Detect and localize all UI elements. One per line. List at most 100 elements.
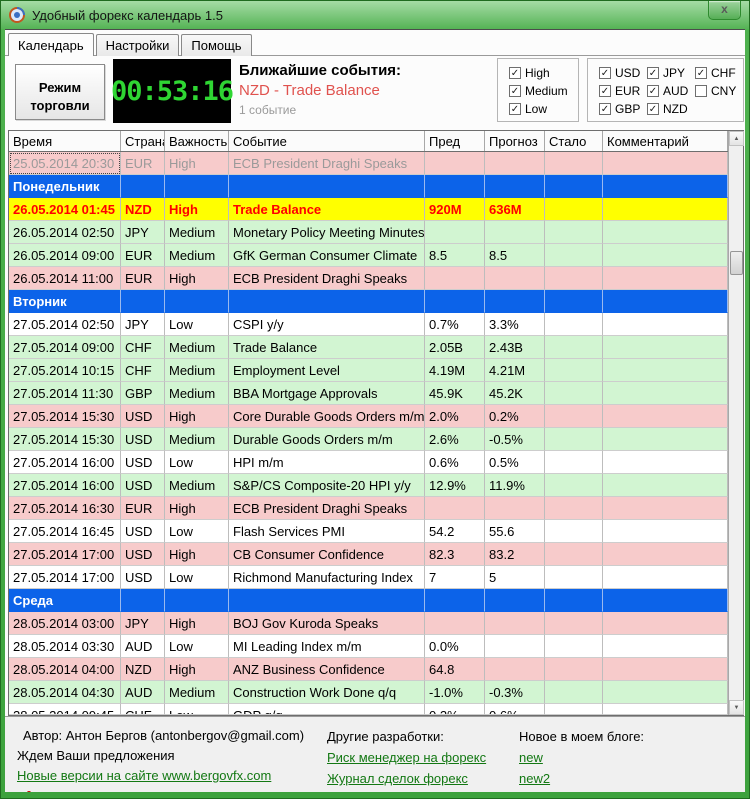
column-header-comment[interactable]: Комментарий [603,131,728,151]
event-row[interactable]: 27.05.2014 17:00 USD Low Richmond Manufactu… [9,566,728,589]
currency-checkbox-nzd[interactable]: ✓ NZD [647,100,695,118]
event-row[interactable]: 27.05.2014 02:50 JPY Low CSPI y/y 0.7% 3.3% [9,313,728,336]
cell-country: EUR [121,244,165,267]
event-row[interactable]: 27.05.2014 11:30 GBP Medium BBA Mortgage Ap… [9,382,728,405]
importance-checkbox-high[interactable]: ✓ High [509,64,578,82]
currency-checkbox-cny[interactable]: CNY [695,82,743,100]
cell-previous: 54.2 [425,520,485,543]
currency-checkbox-usd[interactable]: ✓ USD [599,64,647,82]
other-project-link-2[interactable]: Журнал сделок форекс [327,768,468,789]
event-row[interactable]: 26.05.2014 09:00 EUR Medium GfK German Cons… [9,244,728,267]
importance-checkbox-low[interactable]: ✓ Low [509,100,578,118]
blog-link-3[interactable]: new3 [519,789,550,792]
cell-event: BOJ Gov Kuroda Speaks [229,612,425,635]
checkbox-icon[interactable]: ✓ [647,67,659,79]
scroll-down-icon[interactable]: ▼ [729,700,744,715]
column-header-importance[interactable]: Важность [165,131,229,151]
cell-time: Вторник [9,290,121,313]
checkbox-icon[interactable]: ✓ [647,103,659,115]
event-row[interactable]: 27.05.2014 16:30 EUR High ECB President Dra… [9,497,728,520]
event-row[interactable]: 28.05.2014 04:30 AUD Medium Construction Wo… [9,681,728,704]
event-row[interactable]: 27.05.2014 10:15 CHF Medium Employment Leve… [9,359,728,382]
event-row[interactable]: 27.05.2014 09:00 CHF Medium Trade Balance 2.… [9,336,728,359]
cell-time: 27.05.2014 16:00 [9,451,121,474]
day-header-row[interactable]: Среда [9,589,728,612]
event-row[interactable]: 28.05.2014 03:00 JPY High BOJ Gov Kuroda Sp… [9,612,728,635]
site-link[interactable]: Новые версии на сайте www.bergovfx.com [17,766,271,786]
next-event-row[interactable]: 26.05.2014 01:45 NZD High Trade Balance 920M… [9,198,728,221]
currency-checkbox-gbp[interactable]: ✓ GBP [599,100,647,118]
importance-filter-group: ✓ High ✓ Medium ✓ Low [497,58,579,122]
column-header-forecast[interactable]: Прогноз [485,131,545,151]
currency-checkbox-aud[interactable]: ✓ AUD [647,82,695,100]
cell-time: Понедельник [9,175,121,198]
checkbox-icon[interactable]: ✓ [509,85,521,97]
cell-actual [545,405,603,428]
tab-help[interactable]: Помощь [181,34,252,56]
blog-link-1[interactable]: new [519,747,543,768]
cell-country: CHF [121,359,165,382]
tab-settings[interactable]: Настройки [95,34,180,56]
checkbox-icon[interactable]: ✓ [599,85,611,97]
importance-checkbox-medium[interactable]: ✓ Medium [509,82,578,100]
currency-checkbox-jpy[interactable]: ✓ JPY [647,64,695,82]
checkbox-icon[interactable]: ✓ [509,103,521,115]
cell-event: GfK German Consumer Climate [229,244,425,267]
checkbox-icon[interactable] [695,85,707,97]
checkbox-icon[interactable]: ✓ [647,85,659,97]
checkbox-icon[interactable]: ✓ [509,67,521,79]
cell-forecast [485,635,545,658]
event-row[interactable]: 25.05.2014 20:30 EUR High ECB President Dra… [9,152,728,175]
event-row[interactable]: 27.05.2014 16:00 USD Low HPI m/m 0.6% 0.5% [9,451,728,474]
cell-forecast [485,221,545,244]
column-header-previous[interactable]: Пред [425,131,485,151]
scroll-up-icon[interactable]: ▲ [729,131,744,146]
column-header-time[interactable]: Время [9,131,121,151]
cell-previous [425,612,485,635]
column-header-event[interactable]: Событие [229,131,425,151]
event-row[interactable]: 27.05.2014 16:45 USD Low Flash Services PMI… [9,520,728,543]
tab-calendar[interactable]: Календарь [8,33,94,56]
scrollbar-thumb[interactable] [730,251,743,275]
cell-event [229,290,425,313]
blog-link-2[interactable]: new2 [519,768,550,789]
cell-previous: 12.9% [425,474,485,497]
checkbox-icon[interactable]: ✓ [599,67,611,79]
vertical-scrollbar[interactable]: ▲ ▼ [728,131,744,715]
cell-event: BBA Mortgage Approvals [229,382,425,405]
cell-country [121,589,165,612]
event-row[interactable]: 27.05.2014 15:30 USD Medium Durable Goods O… [9,428,728,451]
column-header-country[interactable]: Страна [121,131,165,151]
cell-comment [603,244,728,267]
cell-country: EUR [121,497,165,520]
event-row[interactable]: 26.05.2014 02:50 JPY Medium Monetary Policy… [9,221,728,244]
checkbox-icon[interactable]: ✓ [695,67,707,79]
cell-actual [545,520,603,543]
currency-checkbox-chf[interactable]: ✓ CHF [695,64,743,82]
cell-event [229,589,425,612]
event-row[interactable]: 28.05.2014 09:45CHFLowGDP q/q0.2%0.6% [9,704,728,715]
checkbox-icon[interactable]: ✓ [599,103,611,115]
event-row[interactable]: 27.05.2014 15:30 USD High Core Durable Good… [9,405,728,428]
currency-checkbox-eur[interactable]: ✓ EUR [599,82,647,100]
column-header-actual[interactable]: Стало [545,131,603,151]
cell-forecast: 0.2% [485,405,545,428]
other-project-link-3[interactable]: Тепловая карта на FxMap.ru [327,789,498,792]
cell-forecast: 4.21M [485,359,545,382]
cell-country: GBP [121,382,165,405]
event-row[interactable]: 27.05.2014 17:00 USD High CB Consumer Confi… [9,543,728,566]
event-row[interactable]: 28.05.2014 04:00 NZD High ANZ Business Conf… [9,658,728,681]
cell-comment [603,658,728,681]
trade-mode-button[interactable]: Режим торговли [15,64,105,120]
cell-comment [603,589,728,612]
cell-importance: High [165,543,229,566]
footer-author-column: Автор: Антон Бергов (antonbergov@gmail.c… [17,726,304,792]
cell-time: 27.05.2014 10:15 [9,359,121,382]
event-row[interactable]: 27.05.2014 16:00 USD Medium S&P/CS Composit… [9,474,728,497]
day-header-row[interactable]: Понедельник [9,175,728,198]
event-row[interactable]: 28.05.2014 03:30 AUD Low MI Leading Index m… [9,635,728,658]
close-button[interactable]: x [708,1,741,20]
event-row[interactable]: 26.05.2014 11:00 EUR High ECB President Dra… [9,267,728,290]
other-project-link-1[interactable]: Риск менеджер на форекс [327,747,486,768]
day-header-row[interactable]: Вторник [9,290,728,313]
